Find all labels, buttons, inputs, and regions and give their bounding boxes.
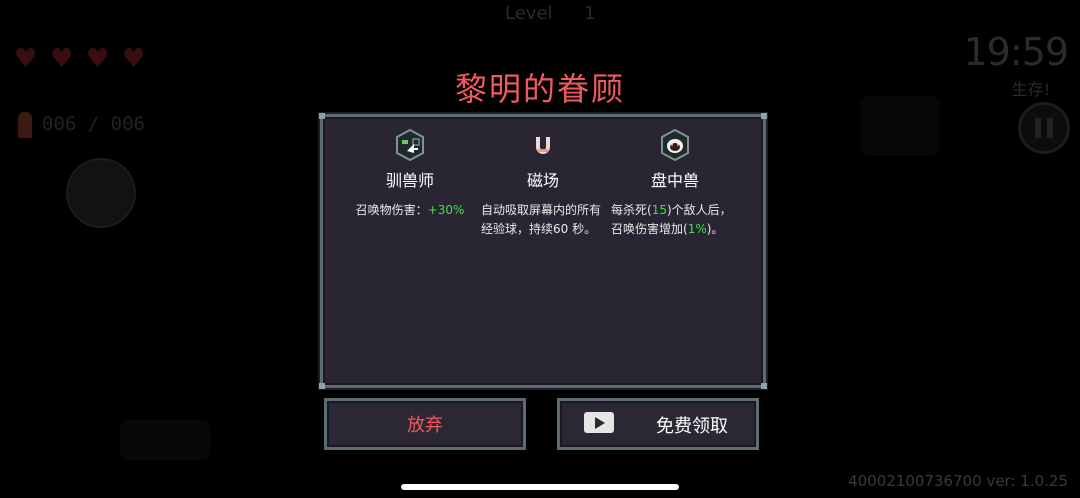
- level-label: Level: [505, 3, 553, 24]
- skill-button[interactable]: [66, 158, 136, 228]
- ammo-counter: 006 / 006: [42, 113, 145, 135]
- dialog-title: 黎明的眷顾: [454, 70, 625, 108]
- option-title: 盘中兽: [650, 171, 699, 190]
- desc-highlight: 15: [651, 203, 667, 217]
- panel-corner: [761, 383, 767, 389]
- option-title: 驯兽师: [385, 171, 434, 190]
- panel-corner: [319, 113, 325, 119]
- desc-text: 每杀死(: [611, 203, 652, 217]
- desc-highlight: 1%: [687, 222, 707, 236]
- magnet-icon: [527, 129, 559, 161]
- version-text: 40002100736700 ver: 1.0.25: [848, 472, 1068, 490]
- video-play-icon: [584, 412, 614, 433]
- desc-highlight: +30%: [427, 203, 465, 217]
- give-up-label: 放弃: [407, 415, 443, 436]
- option-description: 召唤物伤害：+30%: [345, 201, 475, 220]
- panel-corner: [761, 113, 767, 119]
- fanged-beast-icon: [659, 129, 691, 161]
- desc-text: 召唤物伤害：: [355, 203, 428, 217]
- upgrade-option-beast-tamer[interactable]: 驯兽师 召唤物伤害：+30%: [345, 129, 475, 220]
- level-value: 1: [584, 3, 596, 24]
- option-description: 每杀死(15)个敌人后，召唤伤害增加(1%)。: [611, 201, 739, 239]
- upgrade-option-magnet[interactable]: 磁场 自动吸取屏幕内的所有经验球，持续60 秒。: [478, 129, 608, 239]
- beast-tamer-icon: [394, 129, 426, 161]
- desc-text: )。: [706, 222, 724, 236]
- option-description: 自动吸取屏幕内的所有经验球，持续60 秒。: [481, 203, 602, 236]
- free-claim-button[interactable]: 免费领取: [557, 398, 759, 450]
- background-shape: [120, 420, 210, 460]
- bullet-icon: [18, 112, 32, 138]
- option-title: 磁场: [526, 171, 559, 190]
- upgrade-panel: 驯兽师 召唤物伤害：+30% 磁场 自动吸取屏幕内的所有经验球，持续60 秒。: [319, 113, 767, 389]
- free-claim-label: 免费领取: [656, 416, 728, 437]
- give-up-button[interactable]: 放弃: [324, 398, 526, 450]
- panel-corner: [319, 383, 325, 389]
- upgrade-option-fanged-beast[interactable]: 盘中兽 每杀死(15)个敌人后，召唤伤害增加(1%)。: [610, 129, 740, 239]
- home-indicator[interactable]: [401, 484, 679, 490]
